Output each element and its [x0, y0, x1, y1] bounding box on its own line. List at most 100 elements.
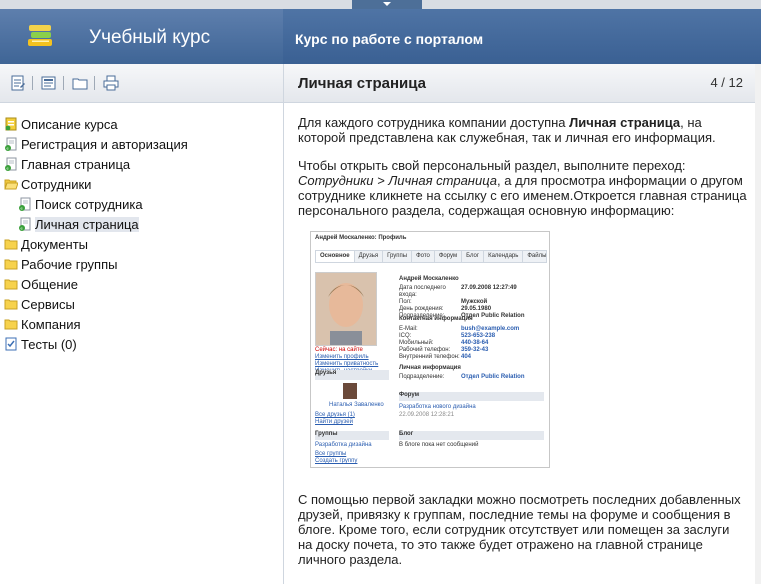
tree-item[interactable]: e Поиск сотрудника: [0, 194, 283, 214]
friend-name: Наталья Заваленко: [329, 402, 384, 408]
paragraph-1: Для каждого сотрудника компании доступна…: [298, 115, 747, 145]
profile-photo: [315, 272, 377, 346]
forum-meta: 22.09.2008 12:28:21: [399, 412, 455, 418]
shot-row-label: Подразделение:: [399, 374, 445, 380]
shot-row-value: 359-32-43: [461, 347, 489, 353]
shot-row: Внутренний телефон: 404: [399, 354, 544, 361]
printer-icon[interactable]: [103, 75, 119, 91]
paragraph-3: С помощью первой закладки можно посмотре…: [298, 492, 741, 567]
shot-tabs: Основное Друзья Группы Фото Форум Блог Календа…: [315, 250, 547, 263]
shot-row-value: 27.09.2008 12:27:49: [461, 285, 517, 291]
contacts-title: Контактная информация: [399, 316, 473, 322]
tree-item[interactable]: Общение: [0, 274, 283, 294]
tree-item[interactable]: Описание курса: [0, 114, 283, 134]
tree-item-label: Поиск сотрудника: [35, 196, 143, 212]
tree-item[interactable]: e Главная страница: [0, 154, 283, 174]
vertical-scrollbar[interactable]: [755, 64, 761, 584]
friends-links: Все друзья (1) Найти друзей: [315, 412, 355, 426]
tree-item[interactable]: Компания: [0, 314, 283, 334]
toolbar-separator: [32, 76, 33, 90]
shot-tab: Группы: [383, 251, 413, 262]
header-course-area: Курс по работе с порталом: [283, 9, 761, 64]
tree-item-label: Сотрудники: [21, 176, 92, 192]
tree-item[interactable]: Сервисы: [0, 294, 283, 314]
shot-tab: Основное: [316, 251, 355, 262]
paragraph-italic: Сотрудники > Личная страница: [298, 173, 497, 188]
paragraph-2: Чтобы открыть свой персональный раздел, …: [298, 158, 747, 218]
shot-row-label: ICQ:: [399, 333, 412, 339]
tree-item[interactable]: e Регистрация и авторизация: [0, 134, 283, 154]
shot-row: Подразделение: Отдел Public Relation: [399, 374, 544, 381]
shot-row-value: 523-653-238: [461, 333, 496, 339]
shot-row-label: Внутренний телефон:: [399, 354, 460, 360]
tree-item[interactable]: Документы: [0, 234, 283, 254]
folder-icon: [4, 237, 18, 251]
groups-links: Все группы Создать группу: [315, 451, 357, 465]
folder-icon[interactable]: [72, 75, 88, 91]
tree-item[interactable]: Рабочие группы: [0, 254, 283, 274]
shot-row-value: bush@example.com: [461, 326, 520, 332]
toolbar-separator: [63, 76, 64, 90]
lesson-icon: e: [18, 197, 32, 211]
shot-link: Создать группу: [315, 458, 358, 464]
friends-header: Друзья: [315, 370, 389, 380]
shot-title: Андрей Москаленко: Профиль: [315, 235, 407, 241]
tree-item[interactable]: e Личная страница: [0, 214, 283, 234]
shot-row-value: 440-38-64: [461, 340, 489, 346]
page-counter: 4 / 12: [710, 75, 743, 90]
paragraph-text: Для каждого сотрудника компании доступна: [298, 115, 570, 130]
shot-tab: Календарь: [484, 251, 524, 262]
shot-tab: Друзья: [355, 251, 384, 262]
shot-row: Рабочий телефон: 359-32-43: [399, 347, 544, 354]
lesson-content: Для каждого сотрудника компании доступна…: [284, 103, 761, 567]
shot-row: E-Mail: bush@example.com: [399, 326, 544, 333]
tree-item-label: Главная страница: [21, 156, 131, 172]
shot-row-value: 29.05.1980: [461, 306, 492, 312]
shot-link: Найти друзей: [315, 419, 353, 425]
toolbar-separator: [94, 76, 95, 90]
folder-icon: [4, 317, 18, 331]
blog-header: Блог: [399, 431, 544, 440]
shot-row-label: Рабочий телефон:: [399, 347, 451, 353]
shot-row-label: E-Mail:: [399, 326, 418, 332]
course-title: Курс по работе с порталом: [295, 31, 484, 47]
collapse-handle[interactable]: [352, 0, 422, 9]
notes-icon[interactable]: [10, 75, 26, 91]
tree-item[interactable]: Сотрудники: [0, 174, 283, 194]
shot-link: Все друзья (1): [315, 412, 355, 418]
shot-row-value: Мужской: [461, 299, 488, 305]
shot-row-label: Дата последнего входа:: [399, 285, 446, 298]
shot-row-value: 404: [461, 354, 472, 360]
print-preview-icon[interactable]: [41, 75, 57, 91]
groups-header: Группы: [315, 431, 389, 440]
shot-row-label: Пол:: [399, 299, 412, 305]
profile-screenshot: Андрей Москаленко: Профиль Основное Друзь…: [310, 231, 550, 468]
shot-contacts: E-Mail: bush@example.com ICQ: 523-653-238 Мо…: [399, 326, 544, 361]
course-tree: Описание курса e Регистрация и авторизация…: [0, 103, 283, 354]
sidebar: Описание курса e Регистрация и авторизация…: [0, 64, 284, 584]
shot-personal: Подразделение: Отдел Public Relation: [399, 374, 544, 381]
shot-link: Изменить профиль: [315, 354, 369, 360]
sidebar-toolbar: [0, 64, 283, 103]
forum-item: Разработка нового дизайна: [399, 404, 476, 410]
online-status: Сейчас: на сайте: [315, 347, 363, 353]
person-photo-icon: [316, 273, 376, 345]
groups-item: Разработка дизайна: [315, 442, 372, 448]
shot-row-label: Мобильный:: [399, 340, 434, 346]
lesson-icon: e: [4, 137, 18, 151]
course-doc-icon: [4, 117, 18, 131]
shot-link: Все группы: [315, 451, 347, 457]
shot-row-label: День рождения:: [399, 306, 444, 312]
shot-info: Дата последнего входа: 27.09.2008 12:27:4…: [399, 285, 544, 320]
shot-tab: Файлы: [523, 251, 549, 262]
personal-title: Личная информация: [399, 365, 461, 371]
header-logo-area: Учебный курс: [0, 9, 283, 64]
tree-item-label: Тесты (0): [21, 336, 77, 352]
forum-header: Форум: [399, 392, 544, 401]
shot-row: ICQ: 523-653-238: [399, 333, 544, 340]
tree-item-label: Рабочие группы: [21, 256, 118, 272]
shot-link: Изменить приватность: [315, 361, 379, 367]
tree-item-label: Документы: [21, 236, 89, 252]
app-title: Учебный курс: [89, 27, 211, 48]
tree-item[interactable]: Тесты (0): [0, 334, 283, 354]
